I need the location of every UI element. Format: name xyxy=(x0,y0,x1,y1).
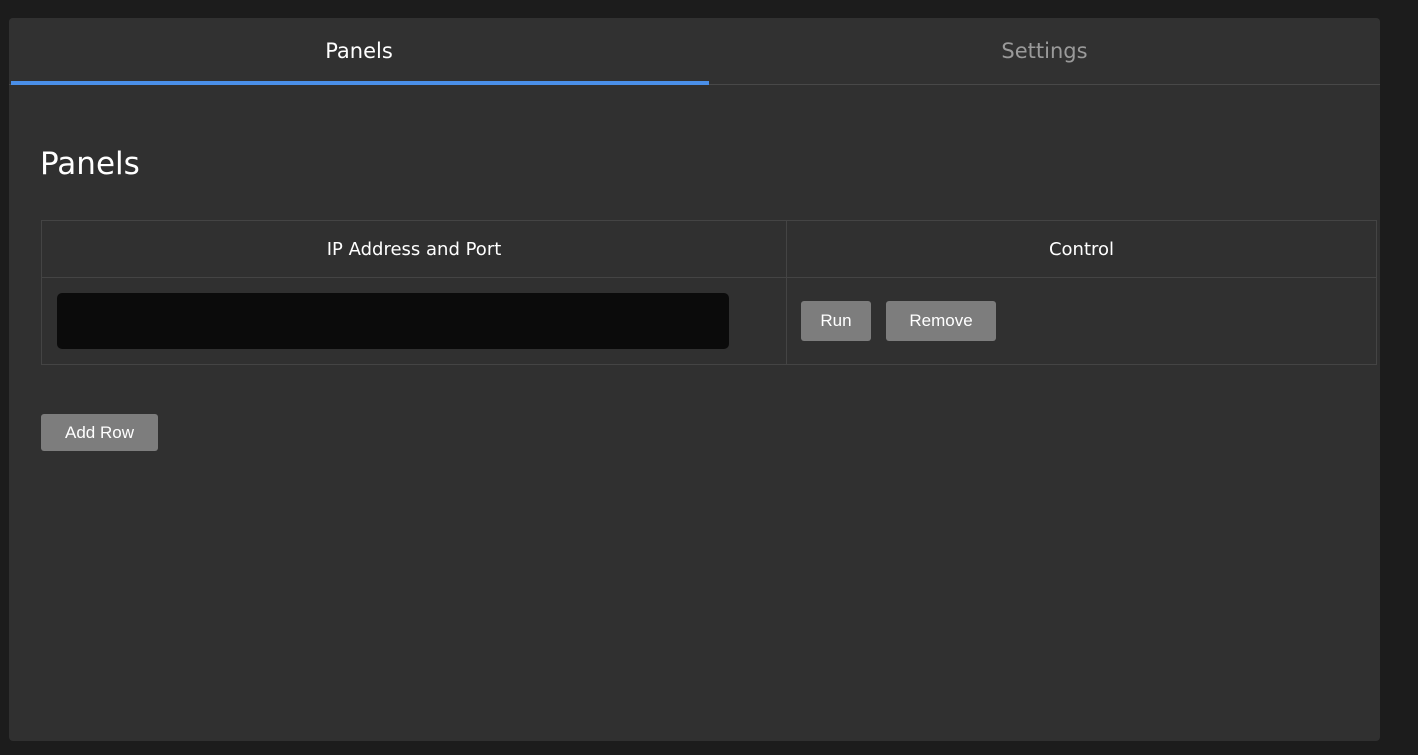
app-window: Panels Settings Panels IP Address and Po… xyxy=(9,18,1380,741)
remove-button[interactable]: Remove xyxy=(886,301,996,341)
tab-settings[interactable]: Settings xyxy=(709,18,1380,84)
panels-table: IP Address and Port Control Run Remove xyxy=(41,220,1377,365)
control-cell: Run Remove xyxy=(787,278,1376,364)
column-header-ip: IP Address and Port xyxy=(42,221,787,277)
ip-cell xyxy=(42,278,787,364)
run-button[interactable]: Run xyxy=(801,301,871,341)
column-header-control: Control xyxy=(1048,238,1115,260)
page-title: Panels xyxy=(40,146,140,182)
table-row: Run Remove xyxy=(42,278,1376,364)
tab-bar: Panels Settings xyxy=(9,18,1380,85)
tab-panels[interactable]: Panels xyxy=(9,18,709,84)
ip-address-input[interactable] xyxy=(57,293,729,349)
add-row-button[interactable]: Add Row xyxy=(41,414,158,451)
active-tab-indicator xyxy=(11,81,709,85)
table-header-row: IP Address and Port Control xyxy=(42,221,1376,278)
